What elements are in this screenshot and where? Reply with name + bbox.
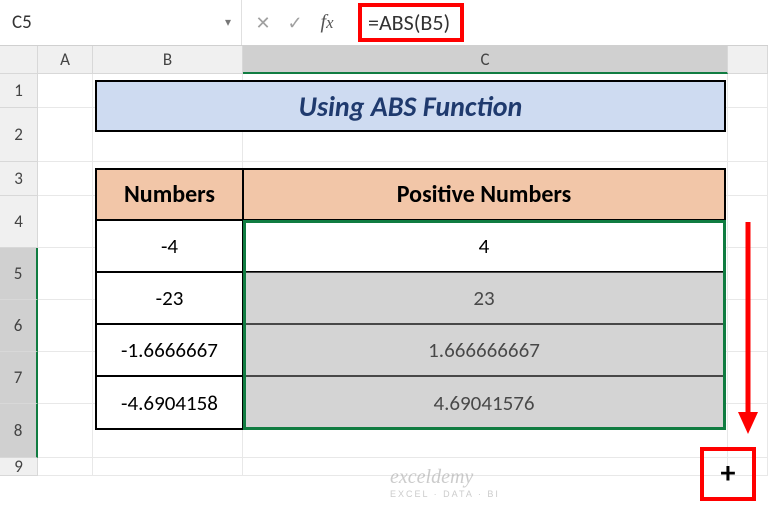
row-header-2[interactable]: 2	[0, 108, 38, 162]
name-box-value: C5	[12, 11, 32, 34]
row-header-9[interactable]: 9	[0, 458, 38, 476]
name-box[interactable]: C5 ▾	[0, 0, 242, 45]
col-header-B[interactable]: B	[93, 46, 243, 74]
formula-text: =ABS(B5)	[358, 3, 464, 42]
cell-B9[interactable]	[93, 458, 243, 476]
cell-A1[interactable]	[38, 74, 93, 108]
cell-B5-value[interactable]: -4	[95, 220, 243, 272]
cell-A9[interactable]	[38, 458, 93, 476]
formula-bar: C5 ▾ ✕ ✓ fx =ABS(B5)	[0, 0, 768, 46]
row-header-5[interactable]: 5	[0, 248, 38, 300]
spreadsheet-grid[interactable]: A B C 1 2 3 4 5 6 7 8 9 Using	[0, 46, 768, 476]
cell-A3[interactable]	[38, 162, 93, 196]
cell-A5[interactable]	[38, 248, 93, 300]
title-cell[interactable]: Using ABS Function	[95, 80, 726, 132]
cell-D2[interactable]	[728, 108, 768, 162]
cell-C9[interactable]	[243, 458, 728, 476]
cell-C5-value[interactable]: 4	[243, 220, 726, 272]
fill-handle-highlight[interactable]: +	[700, 447, 756, 501]
cell-A2[interactable]	[38, 108, 93, 162]
table-header-numbers[interactable]: Numbers	[95, 168, 243, 220]
row-header-6[interactable]: 6	[0, 300, 38, 352]
row-header-7[interactable]: 7	[0, 352, 38, 404]
arrow-down-icon	[736, 222, 760, 437]
row-header-1[interactable]: 1	[0, 74, 38, 108]
cell-A8[interactable]	[38, 404, 93, 458]
formula-buttons: ✕ ✓ fx	[242, 0, 348, 45]
cell-D1[interactable]	[728, 74, 768, 108]
cell-A4[interactable]	[38, 196, 93, 248]
row-header-4[interactable]: 4	[0, 196, 38, 248]
cell-C7-value[interactable]: 1.666666667	[243, 324, 726, 376]
cancel-icon[interactable]: ✕	[248, 8, 278, 38]
row-header-3[interactable]: 3	[0, 162, 38, 196]
fill-cursor-icon: +	[721, 459, 736, 489]
col-header-A[interactable]: A	[38, 46, 93, 74]
watermark-sub: EXCEL · DATA · BI	[390, 489, 500, 499]
fx-icon[interactable]: fx	[312, 8, 342, 38]
cell-B6-value[interactable]: -23	[95, 272, 243, 324]
col-header-blank	[728, 46, 768, 74]
cell-B7-value[interactable]: -1.6666667	[95, 324, 243, 376]
table-header-positive[interactable]: Positive Numbers	[243, 168, 726, 220]
cell-A6[interactable]	[38, 300, 93, 352]
chevron-down-icon[interactable]: ▾	[225, 15, 231, 30]
cell-A7[interactable]	[38, 352, 93, 404]
cell-C6-value[interactable]: 23	[243, 272, 726, 324]
cell-C8-value[interactable]: 4.69041576	[243, 376, 726, 430]
cell-B8-value[interactable]: -4.6904158	[95, 376, 243, 430]
select-all-corner[interactable]	[0, 46, 38, 74]
col-header-C[interactable]: C	[243, 46, 728, 74]
accept-icon[interactable]: ✓	[280, 8, 310, 38]
row-header-8[interactable]: 8	[0, 404, 38, 458]
formula-content[interactable]: =ABS(B5)	[348, 0, 768, 45]
cell-D3[interactable]	[728, 162, 768, 196]
